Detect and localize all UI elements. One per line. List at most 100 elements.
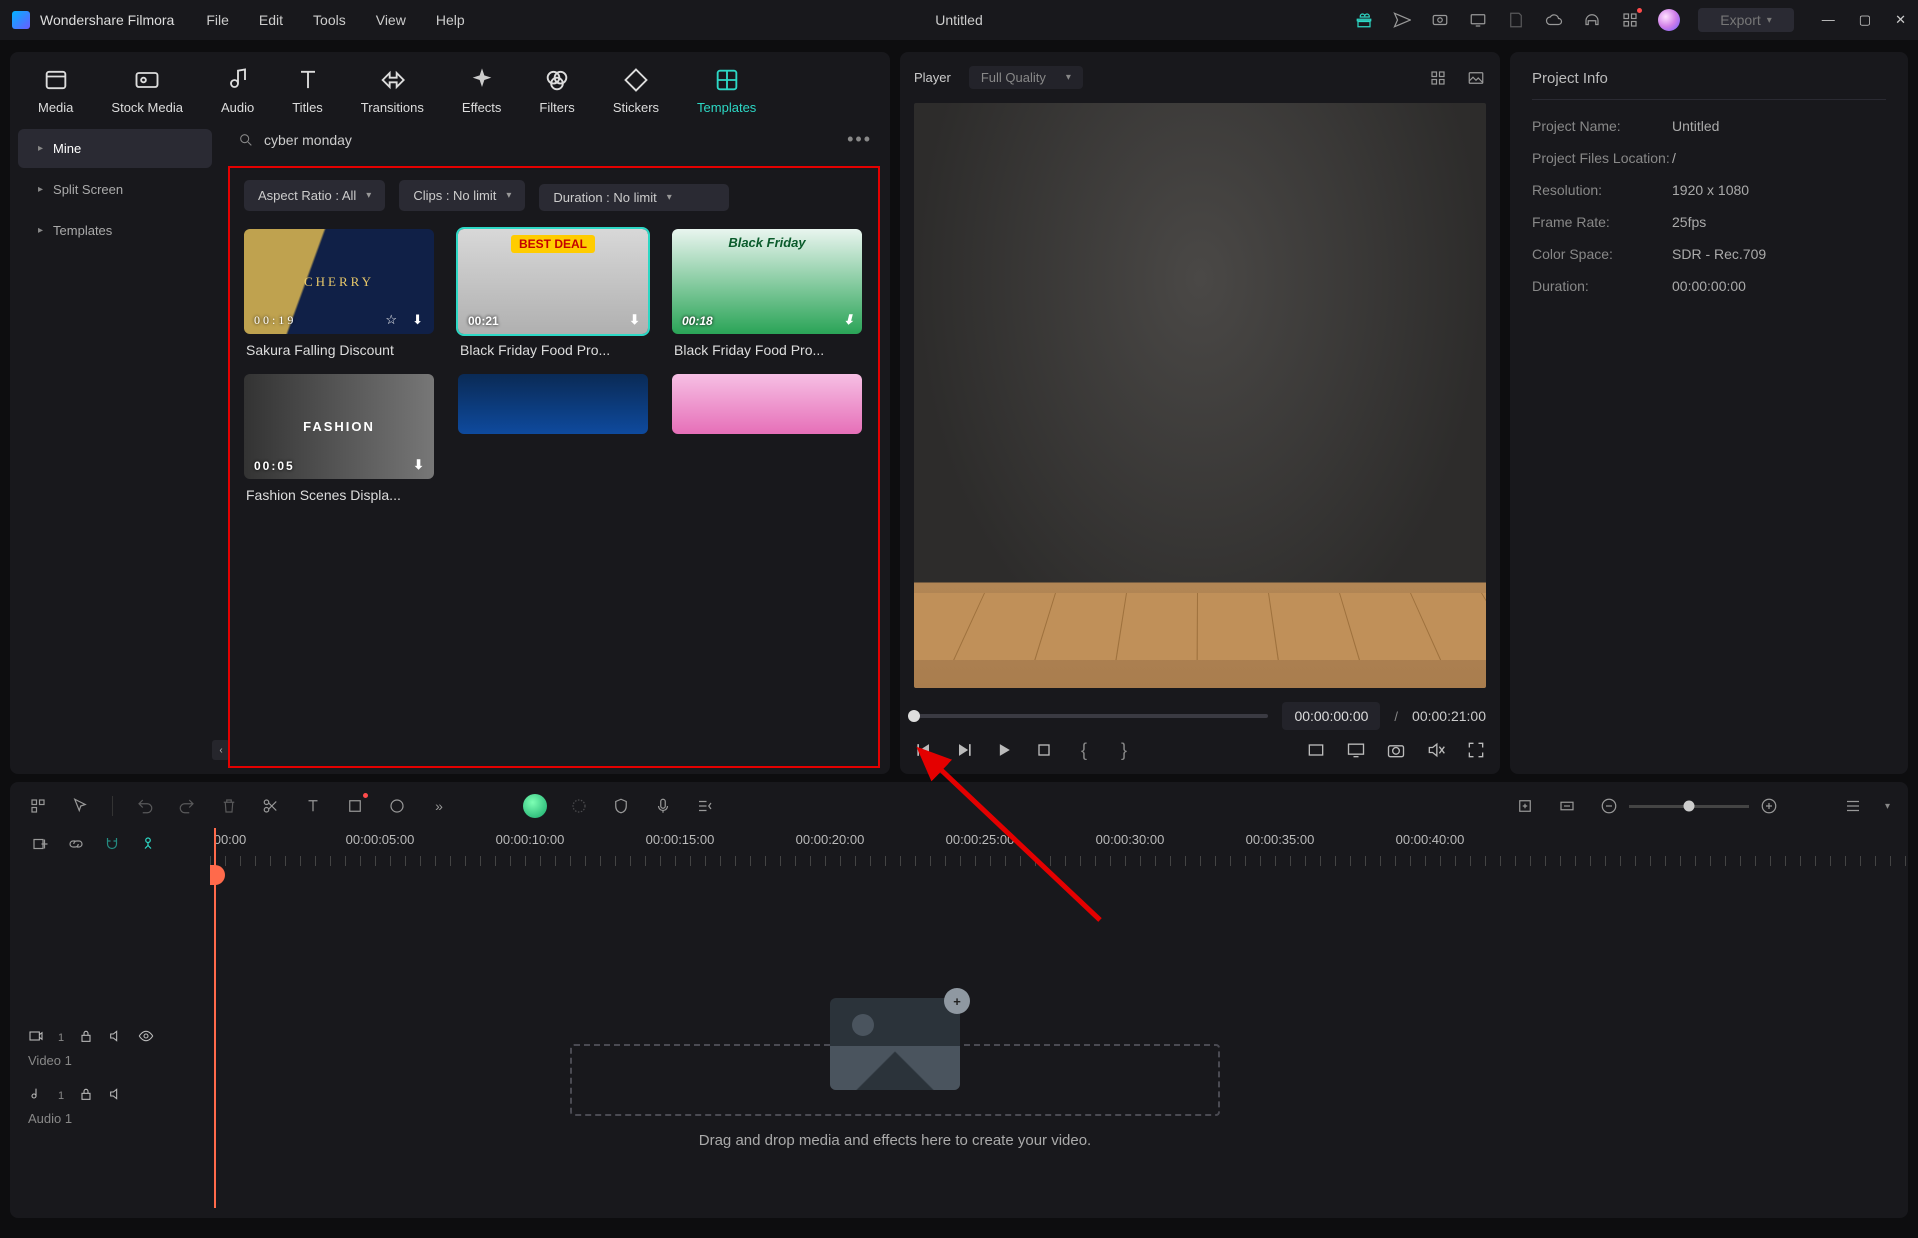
text-button[interactable] [303,796,323,816]
export-button[interactable]: Export ▾ [1698,8,1794,32]
delete-button[interactable] [219,796,239,816]
fullscreen-button[interactable] [1466,740,1486,760]
headset-icon[interactable] [1582,10,1602,30]
star-icon[interactable]: ☆ [385,312,400,328]
sidebar-item-templates[interactable]: ▸Templates [18,211,212,250]
tab-media[interactable]: Media [38,66,73,115]
filter-duration[interactable]: Duration : No limit▾ [539,184,729,211]
tab-audio[interactable]: Audio [221,66,254,115]
menu-view[interactable]: View [376,12,406,28]
speaker-icon[interactable] [108,1028,124,1047]
magnet-icon[interactable] [102,834,122,854]
add-marker-icon[interactable] [1515,796,1535,816]
zoom-slider[interactable] [1629,805,1749,808]
timeline-drop-zone[interactable]: + Drag and drop media and effects here t… [570,998,1220,1149]
save-icon[interactable] [1506,10,1526,30]
picture-icon[interactable] [1466,68,1486,88]
download-icon[interactable]: ⬇ [412,312,426,328]
template-card[interactable] [458,374,648,503]
tab-titles[interactable]: Titles [292,66,323,115]
ratio-icon[interactable] [1306,740,1326,760]
auto-ripple-icon[interactable] [138,834,158,854]
template-card[interactable] [672,374,862,503]
timeline-ruler[interactable]: 00:00 00:00:05:00 00:00:10:00 00:00:15:0… [210,828,1908,872]
tab-effects[interactable]: Effects [462,66,502,115]
template-card[interactable]: BEST DEAL 00:21 ⬇ Black Friday Food Pro.… [458,229,648,358]
preview-viewport[interactable] [914,103,1486,688]
shield-icon[interactable] [611,796,631,816]
search-input[interactable] [264,132,835,148]
template-card[interactable]: FASHION 00:05 ⬇ Fashion Scenes Displa... [244,374,434,503]
send-icon[interactable] [1392,10,1412,30]
play-in-button[interactable] [954,740,974,760]
add-track-icon[interactable] [30,834,50,854]
sidebar-item-mine[interactable]: ▸Mine [18,129,212,168]
sidebar-item-split-screen[interactable]: ▸Split Screen [18,170,212,209]
more-tools-icon[interactable]: » [429,796,449,816]
split-button[interactable] [261,796,281,816]
stop-button[interactable] [1034,740,1054,760]
minimize-button[interactable]: — [1822,12,1835,28]
grid-view-icon[interactable] [1428,68,1448,88]
prev-frame-button[interactable] [914,740,934,760]
zoom-out-button[interactable] [1599,796,1619,816]
menu-file[interactable]: File [206,12,229,28]
tab-stock-media[interactable]: Stock Media [111,66,183,115]
download-icon[interactable]: ⬇ [843,312,854,328]
link-icon[interactable] [66,834,86,854]
play-button[interactable] [994,740,1014,760]
eye-icon[interactable] [138,1028,154,1047]
layout-icon[interactable] [28,796,48,816]
zoom-knob[interactable] [1683,801,1694,812]
speaker-icon[interactable] [108,1086,124,1105]
tab-transitions[interactable]: Transitions [361,66,424,115]
maximize-button[interactable]: ▢ [1859,12,1871,28]
display-icon[interactable] [1346,740,1366,760]
effect-slot-icon[interactable] [569,796,589,816]
recorder-icon[interactable] [1430,10,1450,30]
download-icon[interactable]: ⬇ [413,457,426,473]
gift-icon[interactable] [1354,10,1374,30]
lock-icon[interactable] [78,1086,94,1105]
ai-button[interactable] [523,794,547,818]
chevron-down-icon[interactable]: ▾ [1885,801,1890,812]
filter-aspect-ratio[interactable]: Aspect Ratio : All▾ [244,180,385,211]
menu-tools[interactable]: Tools [313,12,346,28]
download-icon[interactable]: ⬇ [629,312,640,328]
mic-icon[interactable] [653,796,673,816]
fit-icon[interactable] [1557,796,1577,816]
crop-button[interactable] [345,796,365,816]
close-button[interactable]: ✕ [1895,12,1906,28]
undo-button[interactable] [135,796,155,816]
avatar-icon[interactable] [1658,9,1680,31]
progress-track[interactable] [914,714,1268,718]
tab-filters[interactable]: Filters [539,66,574,115]
lock-icon[interactable] [78,1028,94,1047]
color-button[interactable] [387,796,407,816]
zoom-in-button[interactable] [1759,796,1779,816]
screen-icon[interactable] [1468,10,1488,30]
mute-button[interactable] [1426,740,1446,760]
more-icon[interactable]: ••• [847,129,872,150]
mark-in-icon[interactable]: { [1074,740,1094,760]
menu-help[interactable]: Help [436,12,465,28]
redo-button[interactable] [177,796,197,816]
filter-clips[interactable]: Clips : No limit▾ [399,180,525,211]
cloud-icon[interactable] [1544,10,1564,30]
playhead[interactable] [214,828,216,1208]
template-card[interactable]: Black Friday 00:18 ⬇ Black Friday Food P… [672,229,862,358]
tab-templates[interactable]: Templates [697,66,756,115]
search-box[interactable] [238,132,835,148]
apps-icon[interactable] [1620,10,1640,30]
snapshot-button[interactable] [1386,740,1406,760]
quality-dropdown[interactable]: Full Quality▾ [969,66,1083,89]
template-card[interactable]: CHERRY 00:19 ☆ ⬇ Sakura Falling Discount [244,229,434,358]
marker-list-icon[interactable] [695,796,715,816]
mark-out-icon[interactable]: } [1114,740,1134,760]
track-options-icon[interactable] [1843,796,1863,816]
progress-knob[interactable] [908,710,920,722]
menu-edit[interactable]: Edit [259,12,283,28]
timeline-tracks-area[interactable]: 00:00 00:00:05:00 00:00:10:00 00:00:15:0… [210,828,1908,1208]
cursor-icon[interactable] [70,796,90,816]
tab-stickers[interactable]: Stickers [613,66,659,115]
